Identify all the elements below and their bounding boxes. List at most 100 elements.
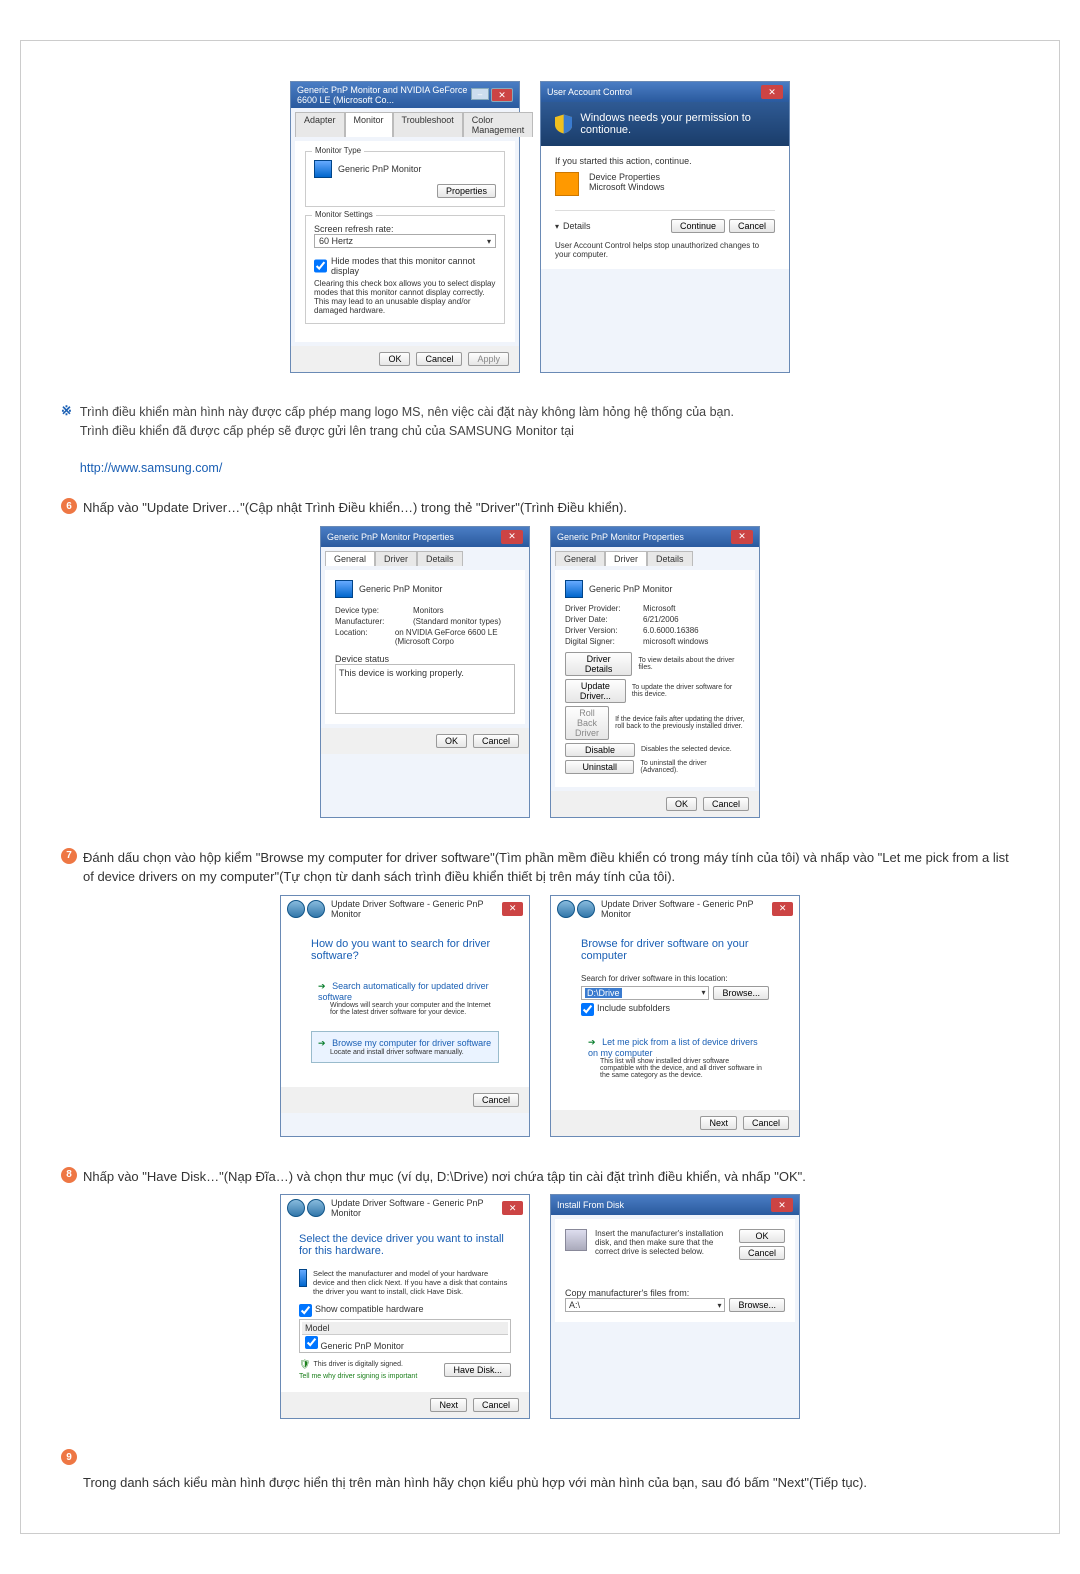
cancel-button[interactable]: Cancel bbox=[416, 352, 462, 366]
wiz1-opt2[interactable]: ➔ Browse my computer for driver software… bbox=[311, 1031, 499, 1063]
signed-icon: 🛡 bbox=[299, 1359, 310, 1370]
close-icon[interactable]: ✕ bbox=[771, 1198, 793, 1212]
wiz1-breadcrumb: Update Driver Software - Generic PnP Mon… bbox=[331, 899, 502, 919]
props-general-title: Generic PnP Monitor Properties bbox=[327, 532, 454, 542]
close-icon[interactable]: ✕ bbox=[761, 85, 783, 99]
tab-details[interactable]: Details bbox=[417, 551, 463, 566]
step-badge-6: 6 bbox=[61, 498, 77, 514]
tab-general[interactable]: General bbox=[325, 551, 375, 566]
tab-adapter[interactable]: Adapter bbox=[295, 112, 345, 137]
cancel-button[interactable]: Cancel bbox=[729, 219, 775, 233]
forward-icon[interactable] bbox=[307, 1199, 325, 1217]
uac-heading: Windows needs your permission to contion… bbox=[580, 112, 775, 136]
close-icon[interactable]: ✕ bbox=[491, 88, 513, 102]
wiz1-heading: How do you want to search for driver sof… bbox=[311, 938, 499, 962]
show-compat-checkbox[interactable] bbox=[299, 1304, 312, 1317]
driver-details-button[interactable]: Driver Details bbox=[565, 652, 632, 676]
rollback-driver-button[interactable]: Roll Back Driver bbox=[565, 706, 609, 740]
tab-color-management[interactable]: Color Management bbox=[463, 112, 534, 137]
devstatus-value: This device is working properly. bbox=[339, 668, 464, 678]
chevron-down-icon: ▾ bbox=[487, 237, 491, 246]
next-button[interactable]: Next bbox=[700, 1116, 737, 1130]
wiz2-opt[interactable]: ➔ Let me pick from a list of device driv… bbox=[581, 1030, 769, 1086]
step-8: 8 Nhấp vào "Have Disk…"(Nạp Đĩa…) và chọ… bbox=[61, 1167, 1019, 1187]
hide-modes-checkbox[interactable] bbox=[314, 256, 327, 276]
cancel-button[interactable]: Cancel bbox=[473, 1398, 519, 1412]
model-item-checkbox[interactable] bbox=[305, 1336, 318, 1349]
wiz1-opt1[interactable]: ➔ Search automatically for updated drive… bbox=[311, 974, 499, 1023]
ok-button[interactable]: OK bbox=[739, 1229, 785, 1243]
back-icon[interactable] bbox=[557, 900, 575, 918]
model-list[interactable]: Model Generic PnP Monitor bbox=[299, 1319, 511, 1353]
chevron-down-icon[interactable]: ▾ bbox=[555, 222, 559, 231]
apply-button[interactable]: Apply bbox=[468, 352, 509, 366]
close-icon[interactable]: ✕ bbox=[772, 902, 793, 916]
disable-button[interactable]: Disable bbox=[565, 743, 635, 757]
mfr-value: (Standard monitor types) bbox=[413, 617, 501, 626]
model-item: Generic PnP Monitor bbox=[321, 1341, 404, 1351]
monitor-icon bbox=[299, 1269, 307, 1287]
ok-button[interactable]: OK bbox=[379, 352, 410, 366]
browse-button[interactable]: Browse... bbox=[729, 1298, 785, 1312]
step6-text: Nhấp vào "Update Driver…"(Cập nhật Trình… bbox=[83, 498, 1019, 518]
props-driver-title: Generic PnP Monitor Properties bbox=[557, 532, 684, 542]
shield-icon bbox=[555, 113, 572, 135]
back-icon[interactable] bbox=[287, 900, 305, 918]
cancel-button[interactable]: Cancel bbox=[473, 1093, 519, 1107]
close-icon[interactable]: ✕ bbox=[731, 530, 753, 544]
uac-header: Windows needs your permission to contion… bbox=[541, 102, 789, 146]
note-line2: Trình điều khiển đã được cấp phép sẽ đượ… bbox=[80, 424, 574, 438]
loc-label: Location: bbox=[335, 628, 385, 646]
refresh-rate-dropdown[interactable]: 60 Hertz ▾ bbox=[314, 234, 496, 248]
props-general-tabs: General Driver Details bbox=[325, 551, 529, 566]
close-icon[interactable]: ✕ bbox=[502, 1201, 523, 1215]
ok-button[interactable]: OK bbox=[436, 734, 467, 748]
tab-monitor[interactable]: Monitor bbox=[345, 112, 393, 137]
copy-path-input[interactable]: A:\ ▾ bbox=[565, 1298, 725, 1312]
cancel-button[interactable]: Cancel bbox=[739, 1246, 785, 1260]
tab-driver[interactable]: Driver bbox=[375, 551, 417, 566]
uac-started-line: If you started this action, continue. bbox=[555, 156, 775, 166]
back-icon[interactable] bbox=[287, 1199, 305, 1217]
arrow-icon: ➔ bbox=[588, 1037, 596, 1047]
tell-me-link[interactable]: Tell me why driver signing is important bbox=[299, 1373, 417, 1380]
wiz1-opt1-desc: Windows will search your computer and th… bbox=[330, 1002, 492, 1016]
cancel-button[interactable]: Cancel bbox=[473, 734, 519, 748]
browse-button[interactable]: Browse... bbox=[713, 986, 769, 1000]
note-marker-icon: ※ bbox=[61, 403, 72, 478]
tab-troubleshoot[interactable]: Troubleshoot bbox=[393, 112, 463, 137]
step-badge-8: 8 bbox=[61, 1167, 77, 1183]
monitor-type-group: Monitor Type Generic PnP Monitor Propert… bbox=[305, 151, 505, 207]
samsung-link[interactable]: http://www.samsung.com/ bbox=[80, 461, 222, 475]
wiz3-body: Select the device driver you want to ins… bbox=[281, 1221, 529, 1392]
continue-button[interactable]: Continue bbox=[671, 219, 725, 233]
minimize-icon[interactable]: ‒ bbox=[471, 88, 489, 100]
wiz2-heading: Browse for driver software on your compu… bbox=[581, 938, 769, 962]
uac-mswin: Microsoft Windows bbox=[589, 182, 665, 192]
tab-driver[interactable]: Driver bbox=[605, 551, 647, 566]
close-icon[interactable]: ✕ bbox=[502, 902, 523, 916]
row-3: Update Driver Software - Generic PnP Mon… bbox=[61, 895, 1019, 1137]
have-disk-button[interactable]: Have Disk... bbox=[444, 1363, 511, 1377]
wiz2-opt-title: Let me pick from a list of device driver… bbox=[588, 1037, 758, 1058]
close-icon[interactable]: ✕ bbox=[501, 530, 523, 544]
next-button[interactable]: Next bbox=[430, 1398, 467, 1412]
forward-icon[interactable] bbox=[307, 900, 325, 918]
monitor-icon bbox=[565, 580, 583, 598]
chevron-down-icon: ▾ bbox=[701, 988, 705, 997]
uac-footer: User Account Control helps stop unauthor… bbox=[555, 241, 775, 259]
ok-button[interactable]: OK bbox=[666, 797, 697, 811]
uninstall-button[interactable]: Uninstall bbox=[565, 760, 634, 774]
monitor-type-value: Generic PnP Monitor bbox=[338, 164, 421, 174]
tab-details[interactable]: Details bbox=[647, 551, 693, 566]
uac-details[interactable]: Details bbox=[563, 221, 591, 231]
cancel-button[interactable]: Cancel bbox=[703, 797, 749, 811]
path-input[interactable]: D:\Drive ▾ bbox=[581, 986, 709, 1000]
forward-icon[interactable] bbox=[577, 900, 595, 918]
update-driver-button[interactable]: Update Driver... bbox=[565, 679, 626, 703]
properties-button[interactable]: Properties bbox=[437, 184, 496, 198]
cancel-button[interactable]: Cancel bbox=[743, 1116, 789, 1130]
include-sub-checkbox[interactable] bbox=[581, 1003, 594, 1016]
tab-general[interactable]: General bbox=[555, 551, 605, 566]
copy-label: Copy manufacturer's files from: bbox=[565, 1288, 785, 1298]
